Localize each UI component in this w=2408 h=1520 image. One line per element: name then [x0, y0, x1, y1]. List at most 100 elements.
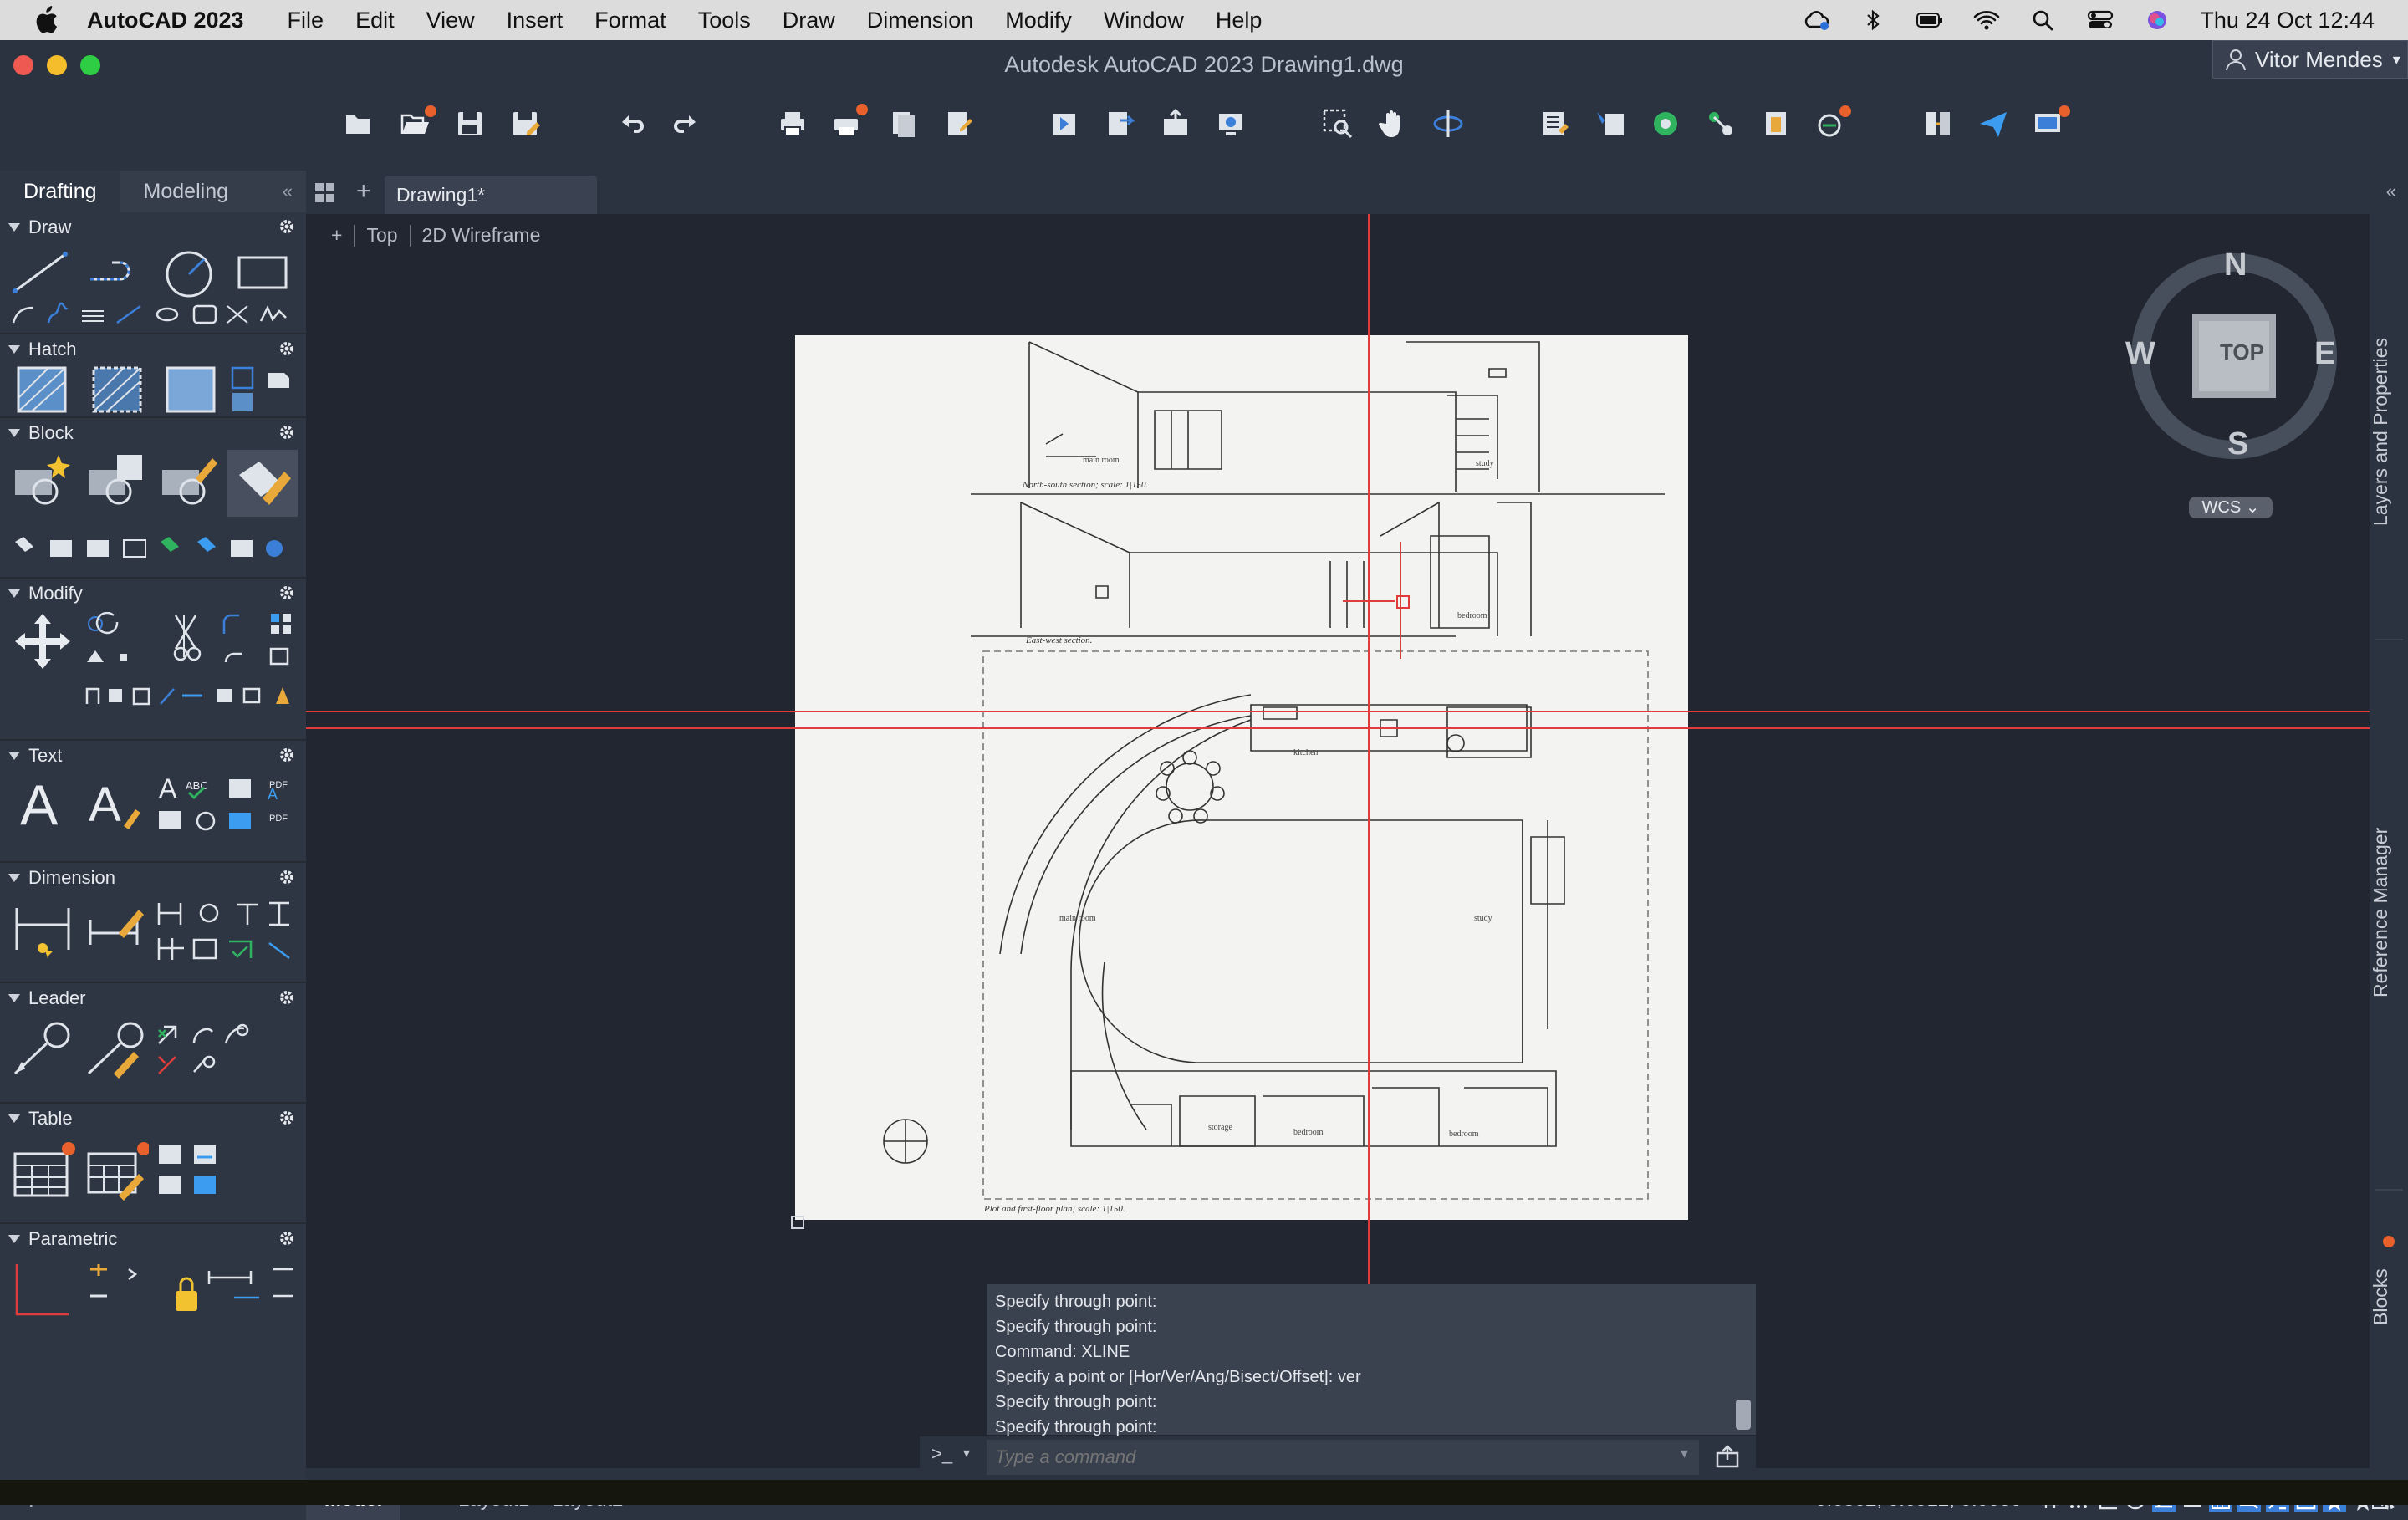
markup-button[interactable] [1814, 105, 1851, 140]
compass-west[interactable]: W [2125, 336, 2155, 372]
menu-insert[interactable]: Insert [507, 8, 564, 33]
smart-dimension-icon[interactable] [13, 900, 72, 958]
menu-modify[interactable]: Modify [1005, 8, 1072, 33]
wifi-icon[interactable] [1972, 9, 2001, 31]
pan-hand-icon[interactable] [1376, 107, 1410, 140]
gear-icon[interactable] [278, 1109, 296, 1127]
tab-blocks[interactable]: Blocks [2370, 1234, 2408, 1359]
new-tab-plus-icon[interactable]: + [356, 177, 371, 206]
boundary-tool-icon[interactable] [164, 365, 217, 415]
parametric-tools[interactable] [12, 1261, 304, 1319]
gear-icon[interactable] [278, 746, 296, 764]
collapse-triangle-icon[interactable] [8, 345, 20, 354]
drawing-tab[interactable]: Drawing1* [385, 176, 597, 214]
battery-icon[interactable] [1916, 9, 1944, 31]
menubar-clock[interactable]: Thu 24 Oct 12:44 [2200, 8, 2375, 33]
circle-tool-icon[interactable] [159, 249, 219, 299]
creative-cloud-icon[interactable] [1802, 9, 1830, 31]
dimension-style-icon[interactable] [87, 900, 145, 958]
command-prompt-icon[interactable]: >_ [931, 1443, 952, 1465]
move-icon[interactable] [13, 612, 72, 671]
draw-small-tools-row[interactable] [10, 301, 303, 326]
apple-icon[interactable] [33, 6, 59, 34]
polyline-tool-icon[interactable] [84, 249, 144, 296]
leader-small-tools[interactable] [156, 1020, 264, 1079]
customize-command-line-icon[interactable] [1714, 1443, 1741, 1470]
command-history-scrollbar[interactable] [1736, 1400, 1751, 1430]
tab-layers-and-properties[interactable]: Layers and Properties [2370, 256, 2408, 607]
collapse-triangle-icon[interactable] [8, 429, 20, 437]
collapse-triangle-icon[interactable] [8, 589, 20, 598]
import-button[interactable] [1048, 107, 1082, 140]
orbit-button[interactable] [1431, 107, 1465, 140]
batch-plot-button[interactable] [831, 104, 868, 140]
view-control[interactable]: Top [366, 224, 397, 247]
export-button[interactable] [941, 107, 975, 140]
collapse-triangle-icon[interactable] [8, 874, 20, 882]
menu-app-name[interactable]: AutoCAD 2023 [87, 8, 244, 33]
gear-icon[interactable] [278, 423, 296, 441]
app-store-button[interactable] [2032, 105, 2070, 140]
collapse-triangle-icon[interactable] [8, 752, 20, 760]
collapse-triangle-icon[interactable] [8, 223, 20, 232]
table-small-tools[interactable] [156, 1140, 231, 1199]
dimension-small-tools[interactable] [156, 896, 298, 963]
menu-help[interactable]: Help [1216, 8, 1263, 33]
collapse-triangle-icon[interactable] [8, 1114, 20, 1123]
menu-format[interactable]: Format [594, 8, 666, 33]
multileader-icon[interactable] [12, 1020, 72, 1079]
compare-button[interactable] [1921, 107, 1955, 140]
gear-icon[interactable] [278, 339, 296, 358]
insert-block-icon[interactable] [85, 451, 145, 507]
siri-icon[interactable] [2143, 9, 2171, 31]
save-button[interactable] [453, 107, 487, 140]
tab-drafting[interactable]: Drafting [0, 171, 120, 212]
menu-tools[interactable]: Tools [698, 8, 751, 33]
collapse-palette-icon[interactable]: « [283, 181, 293, 202]
open-button[interactable] [398, 105, 436, 140]
menu-edit[interactable]: Edit [355, 8, 395, 33]
collapse-triangle-icon[interactable] [8, 1235, 20, 1243]
menu-file[interactable]: File [288, 8, 324, 33]
zoom-window-tool[interactable] [1321, 107, 1354, 140]
command-input[interactable] [987, 1440, 1699, 1475]
new-drawing-button[interactable] [341, 107, 375, 140]
menu-window[interactable]: Window [1104, 8, 1184, 33]
sheet-set-button[interactable] [1759, 107, 1793, 140]
redo-button[interactable] [669, 107, 702, 140]
visual-style-control[interactable]: 2D Wireframe [422, 224, 541, 247]
tab-modeling[interactable]: Modeling [120, 171, 252, 212]
create-block-icon[interactable] [12, 451, 72, 507]
match-properties-button[interactable] [1594, 107, 1627, 140]
viewcube[interactable]: TOP N S E W [2125, 247, 2343, 465]
multileader-style-icon[interactable] [85, 1020, 145, 1079]
block-small-tools-row[interactable] [12, 535, 296, 560]
plot-button[interactable] [776, 107, 809, 140]
start-grid-icon[interactable] [314, 182, 336, 204]
edit-block-icon[interactable] [159, 451, 219, 507]
hatch-small-tools[interactable] [231, 365, 298, 415]
web-mobile-button[interactable] [1214, 107, 1247, 140]
drawing-canvas[interactable]: + Top 2D Wireframe North-south section; … [306, 214, 2370, 1468]
chevron-down-icon[interactable]: ▾ [963, 1445, 970, 1461]
layer-properties-button[interactable] [1538, 107, 1572, 140]
gear-icon[interactable] [278, 1229, 296, 1247]
gear-icon[interactable] [278, 988, 296, 1007]
share-button[interactable] [1159, 107, 1192, 140]
gear-icon[interactable] [278, 584, 296, 602]
gradient-tool-icon[interactable] [90, 365, 144, 415]
multiline-text-icon[interactable]: A [17, 778, 67, 831]
design-center-button[interactable] [1649, 107, 1682, 140]
viewcube-top-face[interactable]: TOP [2220, 339, 2264, 365]
text-small-tools[interactable]: A ABC PDFAPDF [156, 774, 298, 841]
menu-dimension[interactable]: Dimension [867, 8, 974, 33]
compass-east[interactable]: E [2314, 336, 2335, 372]
tab-reference-manager[interactable]: Reference Manager [2370, 716, 2408, 1109]
undo-button[interactable] [615, 107, 649, 140]
compass-north[interactable]: N [2224, 247, 2247, 283]
tool-palettes-button[interactable] [1704, 107, 1737, 140]
control-center-icon[interactable] [2086, 9, 2115, 31]
bluetooth-icon[interactable] [1859, 9, 1887, 31]
publish-button[interactable] [886, 107, 920, 140]
single-line-text-icon[interactable]: A [87, 778, 145, 831]
